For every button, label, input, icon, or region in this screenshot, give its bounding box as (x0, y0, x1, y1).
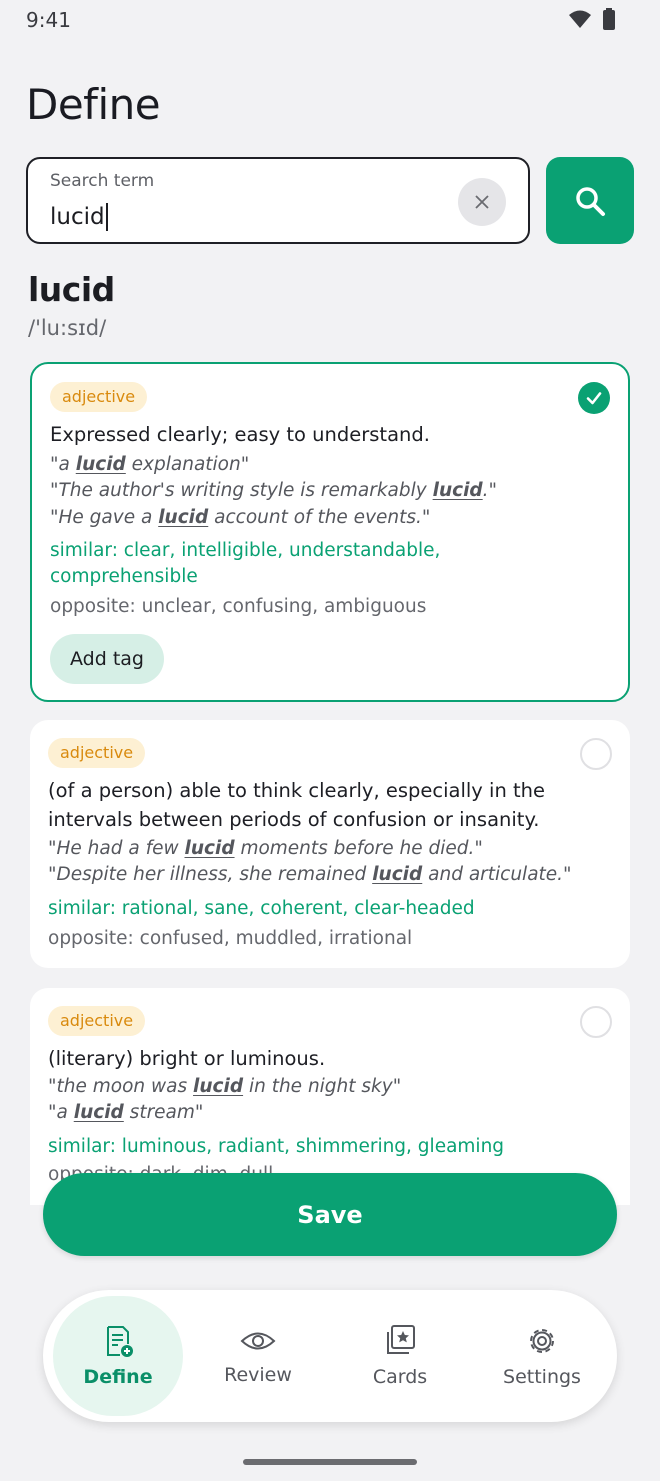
similar-words: similar: rational, sane, coherent, clear… (48, 898, 475, 919)
status-icons (568, 8, 616, 30)
page-title: Define (26, 80, 161, 129)
search-input[interactable]: Search term lucid (26, 157, 530, 244)
status-time: 9:41 (26, 8, 71, 32)
opposite-words: opposite: confused, muddled, irrational (48, 928, 413, 949)
example-text: "Despite her illness, she remained lucid… (48, 864, 572, 885)
search-value[interactable]: lucid (50, 204, 105, 230)
nav-item-define[interactable]: Define (53, 1296, 183, 1416)
check-icon (586, 392, 602, 405)
nav-label-settings: Settings (503, 1366, 581, 1388)
wifi-icon (569, 10, 591, 28)
example-text: "the moon was lucid in the night sky" (48, 1076, 402, 1097)
search-button[interactable] (546, 157, 634, 244)
clear-button[interactable] (458, 178, 506, 226)
example-text: "a lucid explanation" (50, 454, 250, 475)
bottom-nav: Define Review Cards Settings (43, 1290, 617, 1422)
cards-icon (387, 1325, 415, 1354)
battery-icon (603, 8, 615, 30)
opposite-words: opposite: unclear, confusing, ambiguous (50, 596, 427, 617)
nav-item-settings[interactable]: Settings (477, 1296, 607, 1416)
nav-item-cards[interactable]: Cards (335, 1296, 465, 1416)
selected-check[interactable] (578, 382, 610, 414)
nav-label-cards: Cards (372, 1366, 428, 1388)
similar-words: similar: luminous, radiant, shimmering, … (48, 1136, 505, 1157)
definition-text: (literary) bright or luminous. (48, 1047, 326, 1070)
part-of-speech-chip: adjective (48, 738, 146, 768)
definition-text: Expressed clearly; easy to understand. (50, 423, 430, 446)
definitions-list[interactable]: adjective Expressed clearly; easy to und… (0, 360, 660, 1205)
nav-label-review: Review (224, 1364, 292, 1386)
nav-label-define: Define (83, 1366, 153, 1388)
example-text: "a lucid stream" (48, 1102, 204, 1123)
example-text: "The author's writing style is remarkabl… (50, 480, 498, 501)
search-icon (576, 186, 605, 216)
text-caret (105, 203, 108, 231)
eye-icon (240, 1332, 276, 1350)
select-radio[interactable] (580, 1006, 612, 1038)
search-label: Search term (50, 171, 155, 191)
word-heading: lucid (28, 270, 115, 309)
definition-card-2[interactable]: adjective (of a person) able to think cl… (30, 720, 630, 968)
home-indicator[interactable] (243, 1459, 417, 1465)
example-text: "He had a few lucid moments before he di… (48, 838, 483, 859)
phonetic: /'lu:sɪd/ (28, 316, 107, 340)
part-of-speech-chip: adjective (48, 1006, 146, 1036)
add-tag-button[interactable]: Add tag (50, 634, 164, 684)
example-text: "He gave a lucid account of the events." (50, 507, 431, 528)
search-value-wrap[interactable]: lucid (50, 203, 108, 231)
part-of-speech-chip: adjective (50, 382, 148, 412)
status-bar: 9:41 (0, 0, 660, 40)
select-radio[interactable] (580, 738, 612, 770)
define-icon (107, 1326, 133, 1357)
definition-text: (of a person) able to think clearly, esp… (48, 779, 546, 831)
close-icon (475, 195, 489, 209)
similar-words: similar: clear, intelligible, understand… (50, 540, 441, 587)
gear-icon (530, 1329, 554, 1353)
definition-card-1[interactable]: adjective Expressed clearly; easy to und… (30, 362, 630, 702)
save-button[interactable]: Save (43, 1173, 617, 1256)
nav-item-review[interactable]: Review (193, 1296, 323, 1416)
